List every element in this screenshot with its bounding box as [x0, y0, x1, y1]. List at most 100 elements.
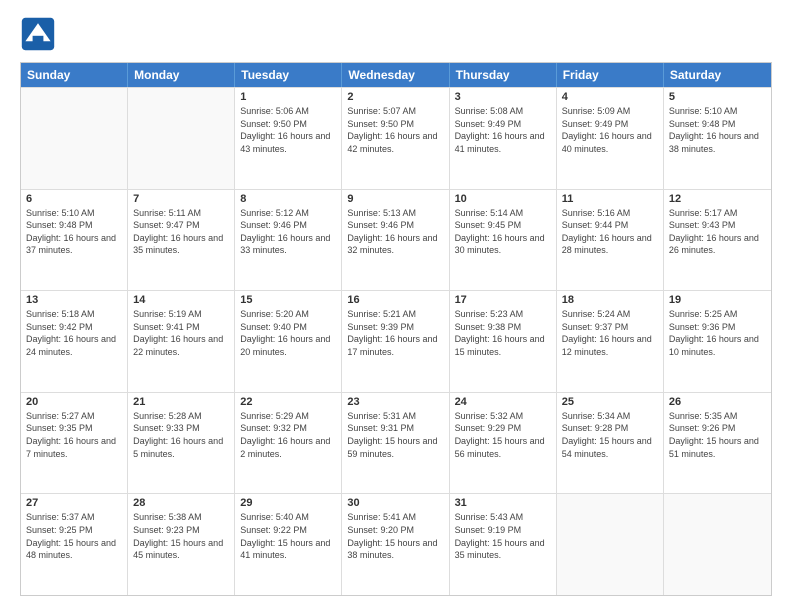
calendar-cell: 13 Sunrise: 5:18 AM Sunset: 9:42 PM Dayli…	[21, 291, 128, 392]
calendar-cell: 25 Sunrise: 5:34 AM Sunset: 9:28 PM Dayli…	[557, 393, 664, 494]
calendar-cell: 30 Sunrise: 5:41 AM Sunset: 9:20 PM Dayli…	[342, 494, 449, 595]
calendar-row-1: 1 Sunrise: 5:06 AM Sunset: 9:50 PM Daylig…	[21, 87, 771, 189]
day-number: 30	[347, 497, 443, 509]
calendar-cell: 18Sunrise: 5:24 AM Sunset: 9:37 PM Dayli…	[557, 291, 664, 392]
calendar-cell: 6 Sunrise: 5:10 AM Sunset: 9:48 PM Daylig…	[21, 190, 128, 291]
day-info: Sunrise: 5:13 AM Sunset: 9:46 PM Dayligh…	[347, 207, 443, 257]
header-day-monday: Monday	[128, 63, 235, 87]
day-number: 1	[240, 91, 336, 103]
header-day-tuesday: Tuesday	[235, 63, 342, 87]
calendar-cell	[664, 494, 771, 595]
calendar-cell: 28Sunrise: 5:38 AM Sunset: 9:23 PM Dayli…	[128, 494, 235, 595]
calendar-cell: 8 Sunrise: 5:12 AM Sunset: 9:46 PM Daylig…	[235, 190, 342, 291]
day-info: Sunrise: 5:23 AM Sunset: 9:38 PM Dayligh…	[455, 308, 551, 358]
calendar-cell: 15 Sunrise: 5:20 AM Sunset: 9:40 PM Dayli…	[235, 291, 342, 392]
day-info: Sunrise: 5:21 AM Sunset: 9:39 PM Dayligh…	[347, 308, 443, 358]
calendar-cell	[21, 88, 128, 189]
day-info: Sunrise: 5:31 AM Sunset: 9:31 PM Dayligh…	[347, 410, 443, 460]
day-number: 27	[26, 497, 122, 509]
calendar-cell: 21 Sunrise: 5:28 AM Sunset: 9:33 PM Dayli…	[128, 393, 235, 494]
day-number: 14	[133, 294, 229, 306]
header-day-thursday: Thursday	[450, 63, 557, 87]
calendar-cell: 29 Sunrise: 5:40 AM Sunset: 9:22 PM Dayli…	[235, 494, 342, 595]
day-number: 21	[133, 396, 229, 408]
day-info: Sunrise: 5:37 AM Sunset: 9:25 PM Dayligh…	[26, 511, 122, 561]
calendar-cell: 19 Sunrise: 5:25 AM Sunset: 9:36 PM Dayli…	[664, 291, 771, 392]
day-info: Sunrise: 5:09 AM Sunset: 9:49 PM Dayligh…	[562, 105, 658, 155]
page: SundayMondayTuesdayWednesdayThursdayFrid…	[0, 0, 792, 612]
day-info: Sunrise: 5:28 AM Sunset: 9:33 PM Dayligh…	[133, 410, 229, 460]
day-number: 11	[562, 193, 658, 205]
day-number: 18	[562, 294, 658, 306]
day-info: Sunrise: 5:19 AM Sunset: 9:41 PM Dayligh…	[133, 308, 229, 358]
day-number: 26	[669, 396, 766, 408]
day-number: 12	[669, 193, 766, 205]
day-number: 4	[562, 91, 658, 103]
day-number: 24	[455, 396, 551, 408]
day-info: Sunrise: 5:07 AM Sunset: 9:50 PM Dayligh…	[347, 105, 443, 155]
day-info: Sunrise: 5:14 AM Sunset: 9:45 PM Dayligh…	[455, 207, 551, 257]
day-number: 6	[26, 193, 122, 205]
calendar-cell: 31Sunrise: 5:43 AM Sunset: 9:19 PM Dayli…	[450, 494, 557, 595]
calendar-cell: 7Sunrise: 5:11 AM Sunset: 9:47 PM Daylig…	[128, 190, 235, 291]
day-info: Sunrise: 5:06 AM Sunset: 9:50 PM Dayligh…	[240, 105, 336, 155]
calendar-cell: 1 Sunrise: 5:06 AM Sunset: 9:50 PM Daylig…	[235, 88, 342, 189]
day-info: Sunrise: 5:12 AM Sunset: 9:46 PM Dayligh…	[240, 207, 336, 257]
calendar-cell: 20Sunrise: 5:27 AM Sunset: 9:35 PM Dayli…	[21, 393, 128, 494]
day-number: 29	[240, 497, 336, 509]
day-number: 19	[669, 294, 766, 306]
day-info: Sunrise: 5:20 AM Sunset: 9:40 PM Dayligh…	[240, 308, 336, 358]
day-info: Sunrise: 5:25 AM Sunset: 9:36 PM Dayligh…	[669, 308, 766, 358]
day-info: Sunrise: 5:34 AM Sunset: 9:28 PM Dayligh…	[562, 410, 658, 460]
day-info: Sunrise: 5:32 AM Sunset: 9:29 PM Dayligh…	[455, 410, 551, 460]
day-info: Sunrise: 5:17 AM Sunset: 9:43 PM Dayligh…	[669, 207, 766, 257]
logo-icon	[20, 16, 56, 52]
day-info: Sunrise: 5:35 AM Sunset: 9:26 PM Dayligh…	[669, 410, 766, 460]
day-info: Sunrise: 5:40 AM Sunset: 9:22 PM Dayligh…	[240, 511, 336, 561]
calendar-cell: 23Sunrise: 5:31 AM Sunset: 9:31 PM Dayli…	[342, 393, 449, 494]
calendar-row-4: 20Sunrise: 5:27 AM Sunset: 9:35 PM Dayli…	[21, 392, 771, 494]
calendar-cell: 5 Sunrise: 5:10 AM Sunset: 9:48 PM Daylig…	[664, 88, 771, 189]
calendar-cell: 16 Sunrise: 5:21 AM Sunset: 9:39 PM Dayli…	[342, 291, 449, 392]
day-info: Sunrise: 5:10 AM Sunset: 9:48 PM Dayligh…	[669, 105, 766, 155]
calendar-row-5: 27 Sunrise: 5:37 AM Sunset: 9:25 PM Dayli…	[21, 493, 771, 595]
calendar-body: 1 Sunrise: 5:06 AM Sunset: 9:50 PM Daylig…	[21, 87, 771, 595]
day-info: Sunrise: 5:27 AM Sunset: 9:35 PM Dayligh…	[26, 410, 122, 460]
calendar-cell: 3Sunrise: 5:08 AM Sunset: 9:49 PM Daylig…	[450, 88, 557, 189]
day-number: 25	[562, 396, 658, 408]
calendar-cell: 2 Sunrise: 5:07 AM Sunset: 9:50 PM Daylig…	[342, 88, 449, 189]
day-info: Sunrise: 5:43 AM Sunset: 9:19 PM Dayligh…	[455, 511, 551, 561]
header-day-friday: Friday	[557, 63, 664, 87]
calendar-row-3: 13 Sunrise: 5:18 AM Sunset: 9:42 PM Dayli…	[21, 290, 771, 392]
day-number: 8	[240, 193, 336, 205]
day-number: 9	[347, 193, 443, 205]
calendar-cell: 17Sunrise: 5:23 AM Sunset: 9:38 PM Dayli…	[450, 291, 557, 392]
logo	[20, 16, 60, 52]
calendar-cell	[128, 88, 235, 189]
header-day-wednesday: Wednesday	[342, 63, 449, 87]
day-number: 5	[669, 91, 766, 103]
calendar-header: SundayMondayTuesdayWednesdayThursdayFrid…	[21, 63, 771, 87]
day-number: 13	[26, 294, 122, 306]
calendar-cell	[557, 494, 664, 595]
day-info: Sunrise: 5:41 AM Sunset: 9:20 PM Dayligh…	[347, 511, 443, 561]
day-info: Sunrise: 5:38 AM Sunset: 9:23 PM Dayligh…	[133, 511, 229, 561]
calendar-cell: 4 Sunrise: 5:09 AM Sunset: 9:49 PM Daylig…	[557, 88, 664, 189]
day-info: Sunrise: 5:10 AM Sunset: 9:48 PM Dayligh…	[26, 207, 122, 257]
calendar-cell: 27 Sunrise: 5:37 AM Sunset: 9:25 PM Dayli…	[21, 494, 128, 595]
day-number: 7	[133, 193, 229, 205]
day-number: 16	[347, 294, 443, 306]
day-number: 15	[240, 294, 336, 306]
day-info: Sunrise: 5:08 AM Sunset: 9:49 PM Dayligh…	[455, 105, 551, 155]
calendar-cell: 12 Sunrise: 5:17 AM Sunset: 9:43 PM Dayli…	[664, 190, 771, 291]
calendar-cell: 9 Sunrise: 5:13 AM Sunset: 9:46 PM Daylig…	[342, 190, 449, 291]
calendar-cell: 24 Sunrise: 5:32 AM Sunset: 9:29 PM Dayli…	[450, 393, 557, 494]
day-info: Sunrise: 5:18 AM Sunset: 9:42 PM Dayligh…	[26, 308, 122, 358]
calendar-cell: 14 Sunrise: 5:19 AM Sunset: 9:41 PM Dayli…	[128, 291, 235, 392]
day-info: Sunrise: 5:16 AM Sunset: 9:44 PM Dayligh…	[562, 207, 658, 257]
calendar-cell: 26 Sunrise: 5:35 AM Sunset: 9:26 PM Dayli…	[664, 393, 771, 494]
day-number: 2	[347, 91, 443, 103]
calendar-cell: 11 Sunrise: 5:16 AM Sunset: 9:44 PM Dayli…	[557, 190, 664, 291]
header-day-saturday: Saturday	[664, 63, 771, 87]
header	[20, 16, 772, 52]
